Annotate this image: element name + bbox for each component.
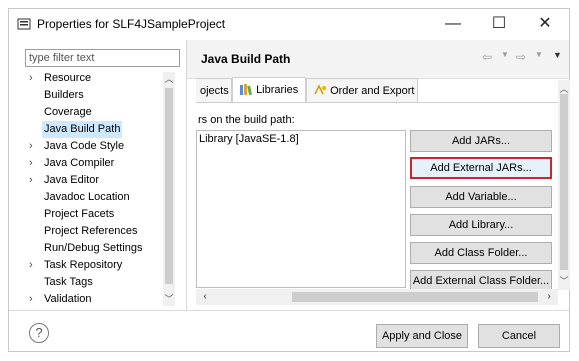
expand-arrow-icon[interactable]: › [29,291,39,306]
add-class-folder-button[interactable]: Add Class Folder... [410,242,552,264]
back-arrow-icon[interactable]: ⇦ [482,50,492,64]
maximize-button[interactable]: ☐ [477,9,521,39]
tab-underline [196,102,558,103]
tree-item-java-build-path[interactable]: Java Build Path [25,121,180,138]
tree-item-java-code-style[interactable]: › Java Code Style [25,138,180,155]
tree-item-label: Run/Debug Settings [44,242,143,254]
close-icon: ✕ [538,15,552,32]
order-export-icon [314,84,326,95]
tree-item-project-references[interactable]: Project References [25,223,180,240]
expand-arrow-icon[interactable]: › [29,155,39,172]
tree-item-label: Task Repository [44,259,123,271]
help-icon: ? [35,325,43,340]
tree-item-run-debug-settings[interactable]: Run/Debug Settings [25,240,180,257]
tree-item-resource[interactable]: › Resource [25,70,180,87]
content-horizontal-scrollbar[interactable]: ‹ › [196,289,558,305]
scroll-thumb[interactable] [560,94,568,270]
expand-arrow-icon[interactable]: › [29,172,39,189]
tab-label: Order and Export [330,85,415,97]
minimize-button[interactable]: — [431,9,475,39]
scroll-thumb[interactable] [292,292,538,302]
forward-dropdown-icon[interactable]: ▼ [535,50,543,59]
expand-arrow-icon[interactable]: › [29,257,39,274]
tab-projects[interactable]: ojects [196,78,232,102]
help-button[interactable]: ? [29,323,49,343]
cancel-button[interactable]: Cancel [478,324,560,348]
back-dropdown-icon[interactable]: ▼ [501,50,509,59]
tree-item-label: Java Compiler [44,157,115,169]
tree-item-label: Coverage [44,106,92,118]
tree-item-java-editor[interactable]: › Java Editor [25,172,180,189]
scroll-up-icon[interactable]: ︿ [163,72,175,86]
libraries-list[interactable]: Library [JavaSE-1.8] [196,130,406,288]
apply-and-close-button[interactable]: Apply and Close [376,324,468,348]
tab-label: Libraries [256,84,299,96]
tree-item-label: Validation [44,293,92,305]
footer-divider [9,310,569,311]
tree-item-label: Java Editor [44,174,100,186]
add-external-jars-button[interactable]: Add External JARs... [410,157,552,179]
tree-item-label: Java Build Path [42,121,123,138]
add-jars-button[interactable]: Add JARs... [410,130,552,152]
tree-item-task-repository[interactable]: › Task Repository [25,257,180,274]
add-library-button[interactable]: Add Library... [410,214,552,236]
property-tree: › Resource Builders Coverage Java Build … [25,70,180,306]
eclipse-app-icon [17,18,31,30]
tree-item-validation[interactable]: › Validation [25,291,180,306]
tree-item-label: Project References [44,225,138,237]
tree-item-javadoc-location[interactable]: Javadoc Location [25,189,180,206]
tree-item-label: Resource [44,72,92,84]
scroll-down-icon[interactable]: ﹀ [558,274,570,288]
tab-libraries[interactable]: Libraries [232,77,306,103]
tab-order-and-export[interactable]: Order and Export [306,78,418,102]
tree-item-coverage[interactable]: Coverage [25,104,180,121]
tree-item-label: Builders [44,89,84,101]
maximize-icon: ☐ [491,15,507,32]
tree-item-label: Java Code Style [44,140,125,152]
add-variable-button[interactable]: Add Variable... [410,186,552,208]
tree-scrollbar[interactable]: ︿ ﹀ [163,72,175,306]
content-vertical-scrollbar[interactable]: ︿ ﹀ [558,80,570,290]
title-bar: Properties for SLF4JSampleProject — ☐ ✕ [9,9,569,39]
expand-arrow-icon[interactable]: › [29,138,39,155]
minimize-icon: — [445,15,461,32]
close-button[interactable]: ✕ [523,9,567,39]
tab-label: ojects [200,85,229,97]
tree-item-label: Project Facets [44,208,115,220]
page-title: Java Build Path [201,52,291,66]
scroll-down-icon[interactable]: ﹀ [163,292,175,306]
pane-divider[interactable] [186,40,187,310]
scroll-thumb[interactable] [165,88,173,284]
tree-item-builders[interactable]: Builders [25,87,180,104]
expand-arrow-icon[interactable]: › [29,70,39,87]
forward-arrow-icon[interactable]: ⇨ [516,50,526,64]
tree-item-project-facets[interactable]: Project Facets [25,206,180,223]
view-menu-icon[interactable]: ▼ [553,50,562,60]
tree-item-task-tags[interactable]: Task Tags [25,274,180,291]
scroll-left-icon[interactable]: ‹ [198,289,212,305]
scroll-right-icon[interactable]: › [542,289,556,305]
tree-item-label: Task Tags [44,276,93,288]
libraries-icon [240,84,252,96]
library-entry[interactable]: Library [JavaSE-1.8] [199,133,299,145]
window-title: Properties for SLF4JSampleProject [37,17,226,31]
build-path-label: rs on the build path: [198,114,295,126]
tree-item-java-compiler[interactable]: › Java Compiler [25,155,180,172]
tree-item-label: Javadoc Location [44,191,130,203]
filter-input[interactable] [25,49,180,67]
